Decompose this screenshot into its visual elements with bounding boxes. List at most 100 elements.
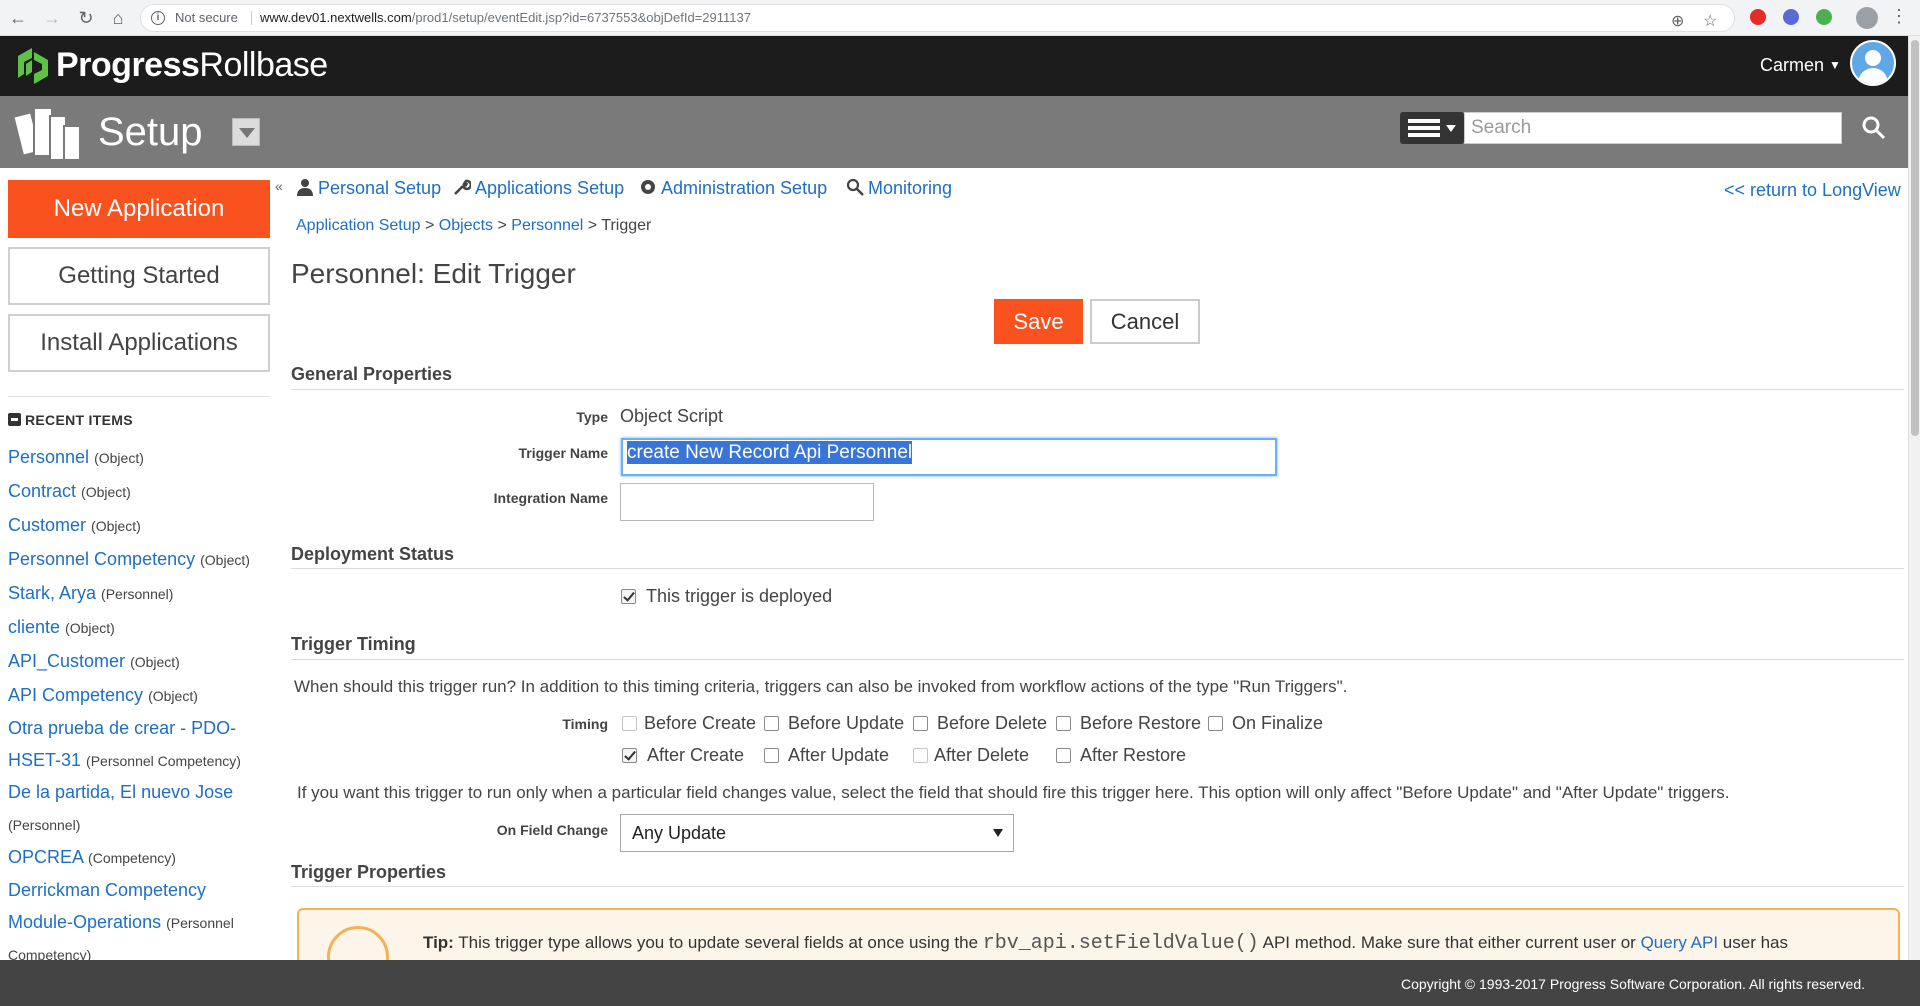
recent-item-name[interactable]: API Competency [8, 685, 143, 705]
nav-applications-setup[interactable]: Applications Setup [453, 178, 624, 199]
install-applications-button[interactable]: Install Applications [8, 314, 270, 372]
breadcrumb-current: Trigger [601, 217, 652, 234]
return-to-longview-link[interactable]: << return to LongView [1724, 180, 1901, 201]
user-menu-name[interactable]: Carmen [1760, 55, 1824, 76]
recent-item-name[interactable]: De la partida, El nuevo Jose [8, 782, 233, 802]
recent-item-type: (Object) [94, 450, 144, 466]
before-update-checkbox[interactable] [764, 716, 779, 731]
zoom-icon[interactable]: ⊕ [1671, 9, 1684, 35]
collapse-icon[interactable] [8, 413, 21, 426]
before-delete-checkbox[interactable] [913, 716, 928, 731]
timing-label: Timing [562, 716, 608, 732]
recent-item-type: (Object) [81, 484, 131, 500]
nav-monitoring[interactable]: Monitoring [846, 178, 952, 199]
list-item[interactable]: API_Customer (Object) [8, 645, 270, 679]
info-icon[interactable]: i [151, 11, 165, 25]
list-item[interactable]: OPCREA (Competency) [8, 841, 270, 875]
before-create-checkbox[interactable] [622, 716, 637, 731]
setup-dropdown-button[interactable] [232, 118, 260, 146]
breadcrumb-personnel[interactable]: Personnel [511, 217, 583, 234]
after-delete-checkbox[interactable] [913, 748, 928, 763]
list-item[interactable]: De la partida, El nuevo Jose (Personnel) [8, 777, 270, 841]
recent-items-heading[interactable]: RECENT ITEMS [8, 412, 133, 428]
extension-green-icon[interactable] [1816, 9, 1832, 25]
trigger-name-field[interactable]: create New Record Api Personnel [621, 438, 1277, 476]
extension-red-icon[interactable] [1750, 9, 1766, 25]
before-restore-checkbox[interactable] [1056, 716, 1071, 731]
back-icon[interactable]: ← [6, 6, 30, 30]
list-item[interactable]: Stark, Arya (Personnel) [8, 577, 270, 611]
after-restore-label: After Restore [1080, 745, 1187, 765]
address-bar[interactable]: i Not secure www.dev01.nextwells.com/pro… [140, 4, 1735, 32]
type-label: Type [576, 409, 608, 425]
page-footer: Copyright © 1993-2017 Progress Software … [0, 960, 1920, 1006]
user-menu-caret-icon[interactable]: ▼ [1829, 58, 1841, 72]
integration-name-field[interactable] [620, 483, 874, 521]
deployed-checkbox[interactable] [621, 589, 636, 604]
nav-applications-setup-label: Applications Setup [475, 178, 625, 198]
avatar[interactable] [1850, 40, 1896, 86]
logo-rollbase: Rollbase [199, 46, 328, 84]
general-properties-heading: General Properties [291, 364, 453, 384]
recent-item-name[interactable]: Stark, Arya [8, 583, 96, 603]
breadcrumb-objects[interactable]: Objects [439, 217, 493, 234]
new-application-button[interactable]: New Application [8, 180, 270, 238]
nav-administration-setup[interactable]: Administration Setup [639, 178, 827, 199]
recent-item-name[interactable]: Personnel Competency [8, 549, 195, 569]
recent-item-name[interactable]: cliente [8, 617, 60, 637]
save-button[interactable]: Save [994, 299, 1083, 344]
browser-toolbar: ← → ↻ ⌂ i Not secure www.dev01.nextwells… [0, 0, 1920, 36]
after-update-checkbox[interactable] [764, 748, 779, 763]
left-sidebar: New Application Getting Started Install … [0, 168, 272, 963]
list-item[interactable]: Customer (Object) [8, 509, 270, 543]
on-finalize-checkbox[interactable] [1208, 716, 1223, 731]
recent-item-name[interactable]: Contract [8, 481, 76, 501]
magnifier-icon [846, 178, 864, 196]
home-icon[interactable]: ⌂ [106, 6, 130, 30]
address-separator [251, 11, 252, 25]
list-item[interactable]: Personnel Competency (Object) [8, 543, 270, 577]
recent-item-name[interactable]: API_Customer [8, 651, 125, 671]
person-icon [297, 179, 313, 196]
list-item[interactable]: cliente (Object) [8, 611, 270, 645]
on-field-change-value: Any Update [632, 823, 727, 843]
list-item[interactable]: API Competency (Object) [8, 679, 270, 713]
list-item[interactable]: Personnel (Object) [8, 441, 270, 475]
forward-icon[interactable]: → [40, 6, 64, 30]
url-text: www.dev01.nextwells.com/prod1/setup/even… [260, 5, 751, 31]
deployed-label: This trigger is deployed [646, 586, 833, 606]
setup-binders-icon [14, 107, 81, 161]
nav-personal-setup[interactable]: Personal Setup [296, 178, 441, 199]
browser-menu-icon[interactable]: ⋮ [1890, 6, 1908, 27]
recent-item-name[interactable]: OPCREA [8, 847, 83, 867]
cancel-button[interactable]: Cancel [1090, 299, 1200, 344]
collapse-sidebar-icon[interactable]: « [275, 178, 283, 194]
after-restore-checkbox[interactable] [1056, 748, 1071, 763]
reload-icon[interactable]: ↻ [74, 6, 98, 30]
list-item[interactable]: Contract (Object) [8, 475, 270, 509]
scrollbar-thumb[interactable] [1911, 40, 1919, 436]
page-scrollbar[interactable] [1908, 36, 1920, 960]
search-icon[interactable] [1862, 116, 1886, 140]
hamburger-menu-button[interactable] [1400, 112, 1464, 144]
on-field-change-select[interactable]: Any Update [620, 814, 1014, 852]
recent-item-name[interactable]: Customer [8, 515, 86, 535]
browser-profile-icon[interactable] [1856, 7, 1878, 29]
list-item[interactable]: Derrickman Competency Module-Operations … [8, 875, 270, 972]
hamburger-icon [1408, 119, 1440, 137]
list-item[interactable]: Otra prueba de crear - PDO-HSET-31 (Pers… [8, 713, 270, 777]
extension-blue-icon[interactable] [1783, 9, 1799, 25]
before-create-label: Before Create [644, 713, 757, 733]
tip-label: Tip: [423, 933, 454, 952]
query-api-link[interactable]: Query API [1641, 933, 1718, 952]
after-update-label: After Update [788, 745, 890, 765]
recent-item-name[interactable]: Personnel [8, 447, 89, 467]
recent-items-list: Personnel (Object) Contract (Object) Cus… [8, 441, 270, 972]
search-input[interactable] [1464, 112, 1842, 144]
after-create-checkbox[interactable] [622, 748, 637, 763]
before-delete-label: Before Delete [937, 713, 1048, 733]
bookmark-star-icon[interactable]: ☆ [1703, 9, 1717, 35]
getting-started-button[interactable]: Getting Started [8, 247, 270, 305]
recent-item-type: (Personnel Competency) [86, 752, 241, 769]
breadcrumb-application-setup[interactable]: Application Setup [296, 217, 421, 234]
